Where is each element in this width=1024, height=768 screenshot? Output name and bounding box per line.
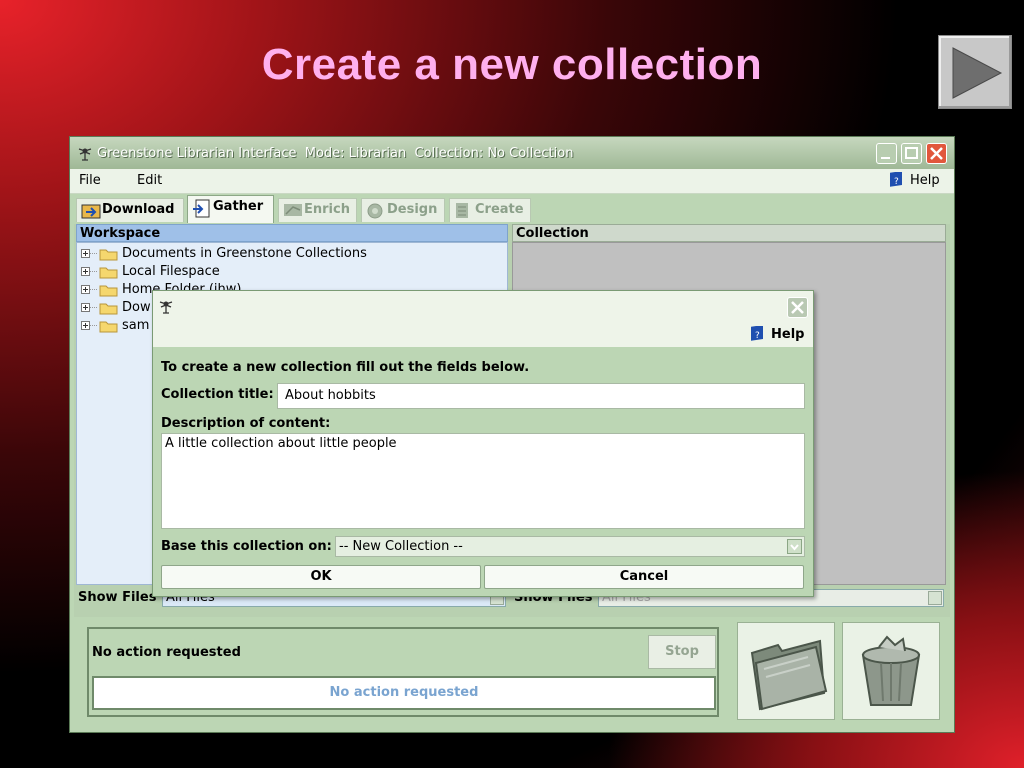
maximize-button[interactable] xyxy=(901,143,922,164)
maximize-icon xyxy=(905,147,918,159)
folder-icon xyxy=(99,249,118,261)
gather-icon xyxy=(193,199,210,218)
tab-gather[interactable]: Gather xyxy=(187,195,274,223)
folder-icon xyxy=(750,639,828,711)
trash-button[interactable] xyxy=(842,622,940,720)
svg-text:?: ? xyxy=(894,177,899,187)
progress-bar: No action requested xyxy=(92,676,716,710)
collection-title-field[interactable]: About hobbits xyxy=(277,383,805,409)
minimize-icon xyxy=(881,157,890,159)
close-icon xyxy=(791,301,804,314)
tab-design-label: Design xyxy=(387,202,438,217)
greenstone-logo-icon xyxy=(159,301,173,314)
description-label: Description of content: xyxy=(161,416,331,431)
collection-title-label: Collection title: xyxy=(161,387,274,402)
minimize-button[interactable] xyxy=(876,143,897,164)
play-triangle-icon xyxy=(952,47,1003,99)
expand-icon xyxy=(81,267,97,276)
help-book-icon: ? xyxy=(749,325,765,346)
expand-icon xyxy=(81,249,97,258)
create-icon xyxy=(456,203,468,218)
status-panel: No action requested Stop No action reque… xyxy=(87,627,719,717)
close-icon xyxy=(930,147,943,160)
window-titlebar: Greenstone Librarian Interface Mode: Lib… xyxy=(70,137,954,170)
dialog-body: To create a new collection fill out the … xyxy=(153,347,813,596)
tab-enrich[interactable]: Enrich xyxy=(278,198,357,222)
show-files-label: Show Files xyxy=(78,590,157,605)
ok-button[interactable]: OK xyxy=(161,565,481,589)
enrich-icon xyxy=(284,204,302,216)
svg-text:?: ? xyxy=(755,331,760,341)
download-icon xyxy=(81,204,101,219)
tab-download-label: Download xyxy=(102,202,175,217)
base-collection-value: -- New Collection -- xyxy=(339,539,463,554)
expand-icon xyxy=(81,321,97,330)
folder-icon xyxy=(99,321,118,333)
dialog-help-bar: ? Help xyxy=(153,323,813,347)
tab-enrich-label: Enrich xyxy=(304,202,350,217)
base-collection-label: Base this collection on: xyxy=(161,539,332,554)
help-book-icon: ? xyxy=(888,171,904,192)
next-slide-button[interactable] xyxy=(938,35,1012,109)
collection-header: Collection xyxy=(512,224,946,242)
slide-title: Create a new collection xyxy=(261,40,763,89)
mode-tabs: Download Gather Enrich Design Create xyxy=(70,195,954,225)
menu-edit[interactable]: Edit xyxy=(137,173,162,188)
description-textarea[interactable]: A little collection about little people xyxy=(161,433,805,529)
folder-icon xyxy=(99,267,118,279)
tab-design[interactable]: Design xyxy=(361,198,445,222)
greenstone-logo-icon xyxy=(78,148,92,161)
cancel-button[interactable]: Cancel xyxy=(484,565,804,589)
window-title: Greenstone Librarian Interface Mode: Lib… xyxy=(97,146,574,161)
trash-icon xyxy=(861,635,921,706)
tab-create[interactable]: Create xyxy=(449,198,531,222)
base-collection-select[interactable]: -- New Collection -- xyxy=(335,536,805,557)
folder-icon xyxy=(99,303,118,315)
tab-download[interactable]: Download xyxy=(76,198,184,222)
gear-icon xyxy=(367,203,383,219)
dialog-help[interactable]: Help xyxy=(771,327,804,342)
dialog-titlebar xyxy=(153,291,813,324)
workspace-header: Workspace xyxy=(76,224,508,242)
expand-icon xyxy=(81,285,97,294)
tab-create-label: Create xyxy=(475,202,524,217)
menu-help[interactable]: Help xyxy=(910,173,940,188)
new-collection-dialog: ? Help To create a new collection fill o… xyxy=(152,290,814,597)
stop-button[interactable]: Stop xyxy=(648,635,716,669)
new-folder-button[interactable] xyxy=(737,622,835,720)
close-button[interactable] xyxy=(926,143,947,164)
expand-icon xyxy=(81,303,97,312)
status-label: No action requested xyxy=(92,645,241,660)
menu-file[interactable]: File xyxy=(79,173,101,188)
tab-gather-label: Gather xyxy=(213,199,264,214)
chevron-down-icon xyxy=(787,539,802,554)
folder-icon xyxy=(99,285,118,297)
dialog-close-button[interactable] xyxy=(787,297,808,318)
chevron-down-icon xyxy=(928,591,942,605)
dialog-intro: To create a new collection fill out the … xyxy=(161,360,530,375)
menubar: File Edit ? Help xyxy=(70,169,954,194)
